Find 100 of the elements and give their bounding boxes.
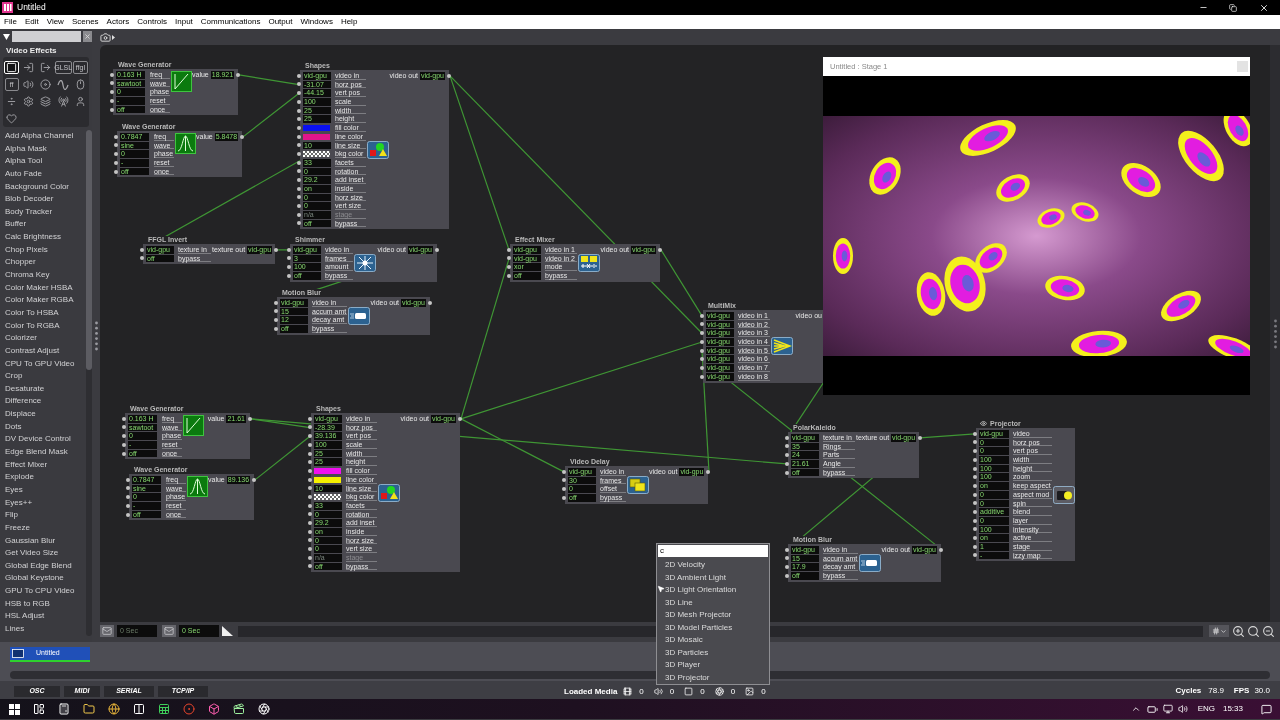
- effect-list-item[interactable]: Colorizer: [0, 332, 86, 345]
- menu-item[interactable]: Output: [268, 16, 293, 28]
- battery-icon[interactable]: [1146, 703, 1158, 715]
- panels-icon[interactable]: [33, 703, 45, 715]
- effect-list-item[interactable]: Color Maker HSBA: [0, 281, 86, 295]
- grip-icon[interactable]: [94, 320, 98, 351]
- effect-list-item[interactable]: Add Alpha Channel: [0, 130, 86, 143]
- checker-swatch-icon[interactable]: [314, 494, 341, 501]
- grid-menu-button[interactable]: [1209, 625, 1229, 637]
- effect-list-item[interactable]: Gaussian Blur: [0, 534, 86, 548]
- effect-list-item[interactable]: Blob Decoder: [0, 193, 86, 206]
- search-field[interactable]: c: [658, 545, 768, 557]
- effect-list-item[interactable]: Contrast Adjust: [0, 344, 86, 358]
- box-icon[interactable]: [208, 703, 220, 715]
- category-button[interactable]: [4, 61, 20, 74]
- triangle-icon[interactable]: [222, 626, 233, 636]
- speech-bubble-icon[interactable]: [1261, 703, 1272, 715]
- effect-list-item[interactable]: Color Maker RGBA: [0, 294, 86, 307]
- envelope-button[interactable]: [100, 625, 114, 637]
- chevron-up-icon[interactable]: [1130, 704, 1141, 714]
- effect-list-item[interactable]: Global Keystone: [0, 572, 86, 586]
- effect-list-item[interactable]: HSB to RGB: [0, 597, 86, 611]
- effect-list-item[interactable]: Color To RGBA: [0, 319, 86, 333]
- menu-item[interactable]: Input: [175, 16, 193, 28]
- effect-list-item[interactable]: Alpha Mask: [0, 142, 86, 156]
- globe-icon[interactable]: [108, 703, 120, 715]
- effect-list-item[interactable]: Edge Blend Mask: [0, 446, 86, 459]
- effect-list-item[interactable]: CPU To GPU Video: [0, 357, 86, 371]
- effect-list-item[interactable]: Chopper: [0, 256, 86, 270]
- color-swatch[interactable]: [303, 124, 330, 131]
- menu-item[interactable]: Scenes: [71, 16, 99, 28]
- effect-list-item[interactable]: Desaturate: [0, 382, 86, 396]
- effect-list-item[interactable]: Freeze: [0, 521, 86, 535]
- columns-icon[interactable]: [133, 703, 145, 715]
- menu-item[interactable]: Controls: [137, 16, 168, 28]
- suggestion-item[interactable]: 3D Player: [657, 659, 769, 672]
- menu-item[interactable]: File: [4, 16, 17, 28]
- grip-icon[interactable]: [1273, 318, 1277, 349]
- suggestion-item[interactable]: 3D Model Particles: [657, 621, 769, 634]
- zoom-in-icon[interactable]: [1232, 624, 1245, 638]
- suggestion-item[interactable]: 3D Mesh Projector: [657, 609, 769, 622]
- language-indicator[interactable]: ENG: [1197, 703, 1215, 715]
- spreadsheet-icon[interactable]: [158, 703, 170, 715]
- effect-list-item[interactable]: Buffer: [0, 218, 86, 232]
- envelope-button[interactable]: [162, 625, 176, 637]
- effect-list-item[interactable]: Global Edge Blend: [0, 559, 86, 573]
- camera-icon[interactable]: [100, 31, 111, 43]
- four-squares-icon[interactable]: [9, 703, 20, 715]
- suggestion-item[interactable]: 3D Ambient Light: [657, 571, 769, 584]
- effect-list-item[interactable]: Difference: [0, 395, 86, 409]
- effect-list-item[interactable]: Color To HSBA: [0, 306, 86, 320]
- zoom-out-icon[interactable]: [1262, 624, 1275, 638]
- checker-swatch-icon[interactable]: [303, 151, 330, 158]
- search-icon[interactable]: [1247, 624, 1260, 638]
- eye-icon[interactable]: [980, 420, 987, 427]
- effect-list-item[interactable]: Auto Fade: [0, 167, 86, 181]
- effect-list-item[interactable]: DV Device Control: [0, 433, 86, 446]
- suggestion-item[interactable]: 3D Mosaic: [657, 634, 769, 647]
- effect-list-item[interactable]: Calc Brightness: [0, 231, 86, 244]
- menu-item[interactable]: Windows: [300, 16, 333, 28]
- clapperboard-icon[interactable]: [233, 703, 245, 715]
- effect-list-item[interactable]: Eyes++: [0, 496, 86, 510]
- effect-list-item[interactable]: Alpha Tool: [0, 155, 86, 168]
- speaker-icon[interactable]: [1177, 704, 1188, 714]
- scrollbar[interactable]: [86, 130, 92, 636]
- effect-list-item[interactable]: Get Video Size: [0, 547, 86, 560]
- effect-list-item[interactable]: Chroma Key: [0, 269, 86, 282]
- menu-item[interactable]: Help: [340, 16, 358, 28]
- search-field[interactable]: [11, 31, 82, 42]
- effect-list-item[interactable]: Eyes: [0, 483, 86, 497]
- menu-item[interactable]: Edit: [24, 16, 39, 28]
- suggestion-item[interactable]: 3D Projector: [657, 671, 769, 684]
- caret-icon[interactable]: [3, 33, 10, 40]
- effect-list-item[interactable]: Chop Pixels: [0, 243, 86, 257]
- menu-item[interactable]: Communications: [200, 16, 261, 28]
- color-swatch[interactable]: [303, 133, 330, 140]
- caret-icon[interactable]: [112, 34, 115, 40]
- effect-list-item[interactable]: Lines: [0, 623, 86, 636]
- scrollbar-thumb[interactable]: [86, 130, 92, 370]
- color-swatch[interactable]: [314, 467, 341, 474]
- timeline-bar[interactable]: [238, 625, 1203, 637]
- color-swatch[interactable]: [314, 476, 341, 483]
- calculator-icon[interactable]: [58, 703, 70, 715]
- effect-list-item[interactable]: Body Tracker: [0, 205, 86, 219]
- menu-item[interactable]: Actors: [106, 16, 130, 28]
- effect-list-item[interactable]: Flip: [0, 509, 86, 522]
- suggestion-item[interactable]: 3D Line: [657, 596, 769, 609]
- effect-list-item[interactable]: Explode: [0, 471, 86, 484]
- effect-list-item[interactable]: Displace: [0, 408, 86, 421]
- menu-item[interactable]: View: [46, 16, 64, 28]
- folder-icon[interactable]: [83, 703, 95, 715]
- effect-list-item[interactable]: Crop: [0, 370, 86, 383]
- effect-list-item[interactable]: HSL Adjust: [0, 610, 86, 623]
- monitor-icon[interactable]: [1162, 704, 1173, 714]
- suggestion-item[interactable]: 3D Particles: [657, 646, 769, 659]
- suggestion-item[interactable]: 2D Velocity: [657, 559, 769, 572]
- effect-list-item[interactable]: Dots: [0, 420, 86, 434]
- effect-list-item[interactable]: Background Color: [0, 180, 86, 194]
- effect-list-item[interactable]: Effect Mixer: [0, 458, 86, 472]
- record-icon[interactable]: [183, 703, 195, 715]
